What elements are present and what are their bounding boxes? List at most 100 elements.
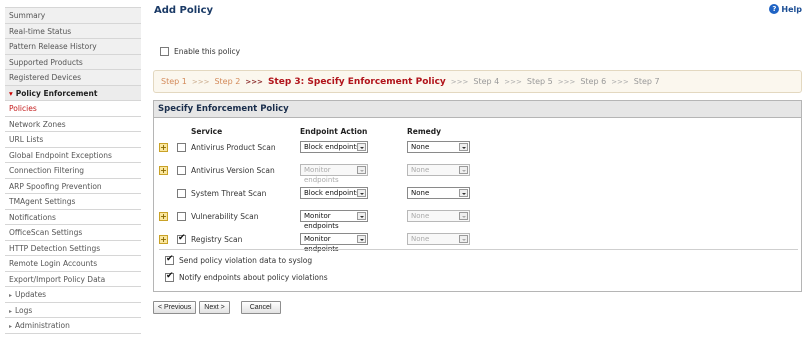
service-label: System Threat Scan [191, 189, 267, 198]
sidebar-item-tmagent-settings[interactable]: TMAgent Settings [5, 194, 141, 210]
sidebar: Summary Real-time Status Pattern Release… [0, 0, 147, 347]
dropdown-arrow-icon [459, 212, 468, 220]
remedy-select[interactable]: None [407, 141, 470, 153]
enforcement-policy-panel: Specify Enforcement Policy Service Endpo… [153, 100, 802, 292]
enable-policy-checkbox[interactable] [160, 47, 169, 56]
dropdown-arrow-icon [357, 189, 366, 197]
sidebar-item-pattern-release-history[interactable]: Pattern Release History [5, 39, 141, 55]
cancel-button[interactable]: Cancel [240, 301, 281, 314]
select-value: Block endpoints [304, 189, 360, 197]
collapsed-arrow-icon: ▸ [9, 323, 13, 330]
main-content: Add Policy ? Help Enable this policy Ste… [152, 0, 809, 347]
service-checkbox[interactable] [177, 212, 186, 221]
help-link[interactable]: ? Help [769, 4, 802, 14]
syslog-checkbox[interactable] [165, 254, 174, 265]
expand-plus-icon[interactable]: + [159, 166, 168, 175]
sidebar-item-remote-login-accounts[interactable]: Remote Login Accounts [5, 256, 141, 272]
service-label: Vulnerability Scan [191, 212, 259, 221]
syslog-option-label: Send policy violation data to syslog [179, 256, 313, 265]
service-label: Antivirus Product Scan [191, 143, 276, 152]
service-checkbox[interactable] [177, 166, 186, 175]
sidebar-item-registered-devices[interactable]: Registered Devices [5, 70, 141, 86]
step-2[interactable]: Step 2 [214, 77, 240, 86]
sidebar-item-label: Administration [15, 321, 70, 330]
dropdown-arrow-icon [357, 143, 366, 151]
syslog-option-row: Send policy violation data to syslog [165, 254, 313, 265]
sidebar-item-export-import-policy-data[interactable]: Export/Import Policy Data [5, 271, 141, 287]
sidebar-item-real-time-status[interactable]: Real-time Status [5, 23, 141, 39]
step-separator: >>> [611, 77, 629, 86]
select-value: Monitor endpoints [304, 212, 339, 230]
step-4: Step 4 [473, 77, 500, 86]
sidebar-item-supported-products[interactable]: Supported Products [5, 54, 141, 70]
sidebar-item-officescan-settings[interactable]: OfficeScan Settings [5, 225, 141, 241]
notify-option-row: Notify endpoints about policy violations [165, 271, 328, 282]
dropdown-arrow-icon [357, 235, 366, 243]
sidebar-item-connection-filtering[interactable]: Connection Filtering [5, 163, 141, 179]
step-1[interactable]: Step 1 [161, 77, 187, 86]
service-row-vulnerability-scan: + Vulnerability Scan Monitor endpoints N… [154, 209, 794, 230]
endpoint-action-select[interactable]: Block endpoints [300, 187, 368, 199]
step-6: Step 6 [580, 77, 607, 86]
step-separator: >>> [557, 77, 576, 86]
expand-plus-icon[interactable]: + [159, 235, 168, 244]
panel-divider [159, 249, 798, 250]
remedy-select[interactable]: None [407, 187, 470, 199]
endpoint-action-select: Monitor endpoints [300, 164, 368, 184]
sidebar-item-updates[interactable]: ▸ Updates [5, 287, 141, 303]
sidebar-item-policies[interactable]: Policies [5, 101, 141, 117]
sidebar-item-summary[interactable]: Summary [5, 8, 141, 24]
help-label: Help [781, 4, 802, 14]
service-checkbox[interactable] [177, 143, 186, 152]
service-checkbox[interactable] [177, 233, 186, 244]
select-value: None [411, 166, 430, 174]
sidebar-item-logs[interactable]: ▸ Logs [5, 302, 141, 318]
sidebar-item-notifications[interactable]: Notifications [5, 209, 141, 225]
service-label: Antivirus Version Scan [191, 166, 275, 175]
enable-policy-row: Enable this policy [160, 47, 240, 56]
sidebar-item-administration[interactable]: ▸ Administration [5, 318, 141, 334]
endpoint-action-select[interactable]: Block endpoints [300, 141, 368, 153]
sidebar-item-network-zones[interactable]: Network Zones [5, 116, 141, 132]
previous-button[interactable]: < Previous [153, 301, 197, 314]
select-value: Monitor endpoints [304, 235, 339, 253]
sidebar-item-http-detection-settings[interactable]: HTTP Detection Settings [5, 240, 141, 256]
remedy-select: None [407, 233, 470, 245]
dropdown-arrow-icon [459, 189, 468, 197]
expand-plus-icon[interactable]: + [159, 212, 168, 221]
expand-plus-icon[interactable]: + [159, 143, 168, 152]
sidebar-item-label: Logs [15, 305, 33, 315]
dropdown-arrow-icon [459, 143, 468, 151]
select-value: None [411, 235, 430, 243]
notify-endpoints-checkbox[interactable] [165, 271, 174, 282]
column-header-remedy: Remedy [407, 127, 442, 136]
service-checkbox[interactable] [177, 189, 186, 198]
sidebar-item-arp-spoofing-prevention[interactable]: ARP Spoofing Prevention [5, 178, 141, 194]
sidebar-item-url-lists[interactable]: URL Lists [5, 132, 141, 148]
dropdown-arrow-icon [459, 235, 468, 243]
endpoint-action-select[interactable]: Monitor endpoints [300, 233, 368, 253]
select-value: None [411, 143, 430, 151]
dropdown-arrow-icon [357, 166, 366, 174]
sidebar-item-global-endpoint-exceptions[interactable]: Global Endpoint Exceptions [5, 147, 141, 163]
service-row-system-threat-scan: System Threat Scan Block endpoints None [154, 186, 794, 202]
step-5: Step 5 [526, 77, 553, 86]
select-value: Block endpoints [304, 143, 360, 151]
page-title: Add Policy [154, 5, 214, 16]
remedy-select: None [407, 164, 470, 176]
service-row-registry-scan: + Registry Scan Monitor endpoints None [154, 232, 794, 253]
help-icon: ? [769, 4, 780, 14]
notify-option-label: Notify endpoints about policy violations [179, 273, 328, 282]
service-row-antivirus-version-scan: + Antivirus Version Scan Monitor endpoin… [154, 163, 794, 184]
sidebar-section-policy-enforcement[interactable]: ▾ Policy Enforcement [5, 85, 141, 101]
endpoint-action-select[interactable]: Monitor endpoints [300, 210, 368, 230]
next-button[interactable]: Next > [199, 301, 230, 314]
dropdown-arrow-icon [459, 166, 468, 174]
collapsed-arrow-icon: ▸ [9, 307, 13, 315]
select-value: Monitor endpoints [304, 166, 339, 184]
collapsed-arrow-icon: ▸ [9, 292, 13, 299]
expanded-arrow-icon: ▾ [9, 88, 13, 98]
select-value: None [411, 189, 430, 197]
step-7: Step 7 [633, 77, 660, 86]
select-value: None [411, 212, 430, 220]
